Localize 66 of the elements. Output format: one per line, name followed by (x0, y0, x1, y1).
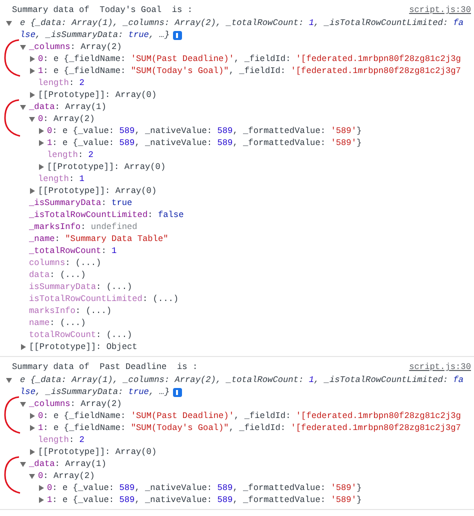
property-line[interactable]: 1: e {_fieldName: "SUM(Today's Goal)", _fieldId: '[federated.1mrbpn80f28zg81c2j3g7 (38, 65, 461, 77)
property-line: _name: "Summary Data Table" (29, 233, 168, 245)
expanded-triangle-icon[interactable] (20, 401, 26, 407)
expanded-triangle-icon[interactable] (20, 44, 26, 50)
expanded-triangle-icon[interactable] (29, 473, 35, 479)
property-line: _isTotalRowCountLimited: false (29, 209, 184, 221)
property-line[interactable]: 0: e {_fieldName: 'SUM(Past Deadline)', _fieldId: '[federated.1mrbpn80f28zg81c2j3g (38, 53, 461, 65)
object-preview[interactable]: e {_data: Array(1), _columns: Array(2), _totalRowCount: 1, _isTotalRowCountLimited: fa (20, 374, 464, 386)
expanded-triangle-icon[interactable] (29, 116, 35, 122)
collapsed-triangle-icon[interactable] (38, 485, 44, 491)
property-line: _isSummaryData: true (29, 197, 132, 209)
collapsed-triangle-icon[interactable] (29, 188, 35, 194)
property-line: length: 2 (38, 77, 84, 89)
property-line[interactable]: [[Prototype]]: Array(0) (47, 161, 166, 173)
property-line: length: 2 (38, 434, 84, 446)
property-line: columns: (...) (29, 257, 102, 269)
property-line: isTotalRowCountLimited: (...) (29, 293, 179, 305)
object-preview[interactable]: e {_data: Array(1), _columns: Array(2), _totalRowCount: 1, _isTotalRowCountLimited: fa (20, 17, 464, 29)
property-line[interactable]: [[Prototype]]: Array(0) (38, 185, 157, 197)
expanded-triangle-icon[interactable] (6, 20, 12, 26)
property-line[interactable]: 1: e {_value: 589, _nativeValue: 589, _formattedValue: '589'} (47, 494, 362, 506)
collapsed-triangle-icon[interactable] (29, 92, 35, 98)
property-line[interactable]: _data: Array(1) (29, 458, 106, 470)
property-line[interactable]: 1: e {_fieldName: "SUM(Today's Goal)", _fieldId: '[federated.1mrbpn80f28zg81c2j3g7 (38, 422, 461, 434)
object-preview[interactable]: lse, _isSummaryData: true, …} (20, 29, 170, 41)
property-line[interactable]: [[Prototype]]: Object (29, 341, 138, 353)
info-icon[interactable] (172, 388, 182, 396)
property-line[interactable]: 0: e {_fieldName: 'SUM(Past Deadline)', _fieldId: '[federated.1mrbpn80f28zg81c2j3g (38, 410, 461, 422)
property-line: totalRowCount: (...) (29, 329, 132, 341)
collapsed-triangle-icon[interactable] (38, 497, 44, 503)
property-line: isSummaryData: (...) (29, 281, 132, 293)
property-line: name: (...) (29, 317, 86, 329)
expanded-triangle-icon[interactable] (20, 461, 26, 467)
collapsed-triangle-icon[interactable] (29, 68, 35, 74)
property-line[interactable]: _columns: Array(2) (29, 41, 122, 53)
property-line[interactable]: [[Prototype]]: Array(0) (38, 446, 157, 458)
collapsed-triangle-icon[interactable] (29, 425, 35, 431)
collapsed-triangle-icon[interactable] (29, 413, 35, 419)
collapsed-triangle-icon[interactable] (38, 164, 44, 170)
property-line: length: 2 (47, 149, 94, 161)
property-line[interactable]: _columns: Array(2) (29, 398, 122, 410)
property-line[interactable]: 0: e {_value: 589, _nativeValue: 589, _formattedValue: '589'} (47, 482, 362, 494)
log-message: Summary data of Today's Goal is : (12, 4, 192, 17)
property-line[interactable]: 0: Array(2) (38, 113, 95, 125)
collapsed-triangle-icon[interactable] (38, 128, 44, 134)
log-message: Summary data of Past Deadline is : (12, 361, 198, 374)
property-line: length: 1 (38, 173, 84, 185)
property-line: data: (...) (29, 269, 86, 281)
collapsed-triangle-icon[interactable] (29, 56, 35, 62)
property-line[interactable]: _data: Array(1) (29, 101, 106, 113)
info-icon[interactable] (172, 30, 182, 40)
expanded-triangle-icon[interactable] (20, 104, 26, 110)
property-line[interactable]: 1: e {_value: 589, _nativeValue: 589, _formattedValue: '589'} (47, 137, 362, 149)
source-link[interactable]: script.js:30 (409, 4, 471, 17)
collapsed-triangle-icon[interactable] (38, 140, 44, 146)
property-line[interactable]: 0: Array(2) (38, 470, 95, 482)
property-line[interactable]: 0: e {_value: 589, _nativeValue: 589, _formattedValue: '589'} (47, 125, 362, 137)
property-line: marksInfo: (...) (29, 305, 112, 317)
property-line[interactable]: [[Prototype]]: Array(0) (38, 89, 157, 101)
property-line: _marksInfo: undefined (29, 221, 138, 233)
expanded-triangle-icon[interactable] (6, 377, 12, 383)
property-line: _totalRowCount: 1 (29, 245, 117, 257)
object-preview[interactable]: lse, _isSummaryData: true, …} (20, 386, 170, 398)
collapsed-triangle-icon[interactable] (20, 344, 26, 350)
source-link[interactable]: script.js:30 (409, 361, 471, 374)
collapsed-triangle-icon[interactable] (29, 449, 35, 455)
